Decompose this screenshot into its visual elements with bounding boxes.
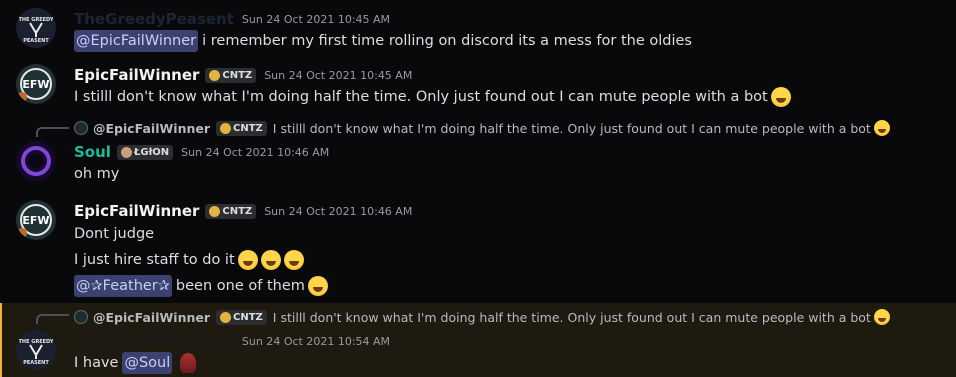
server-tag-label: CNTZ [233, 311, 263, 323]
avatar[interactable] [16, 141, 56, 181]
efw-avatar-icon: EFW [16, 64, 56, 104]
rofl-emoji-icon [873, 309, 890, 325]
message-text: I have [74, 355, 119, 371]
efw-avatar-icon: EFW [16, 200, 56, 240]
server-tag-label: CNTZ [222, 69, 253, 81]
message-group: EFW EpicFailWinner CNTZ Sun 24 Oct 2021 … [0, 58, 956, 114]
message-text: been one of them [175, 278, 305, 294]
timestamp: Sun 24 Oct 2021 10:54 AM [241, 334, 391, 348]
timestamp: Sun 24 Oct 2021 10:45 AM [241, 12, 391, 26]
message-group-highlighted: @EpicFailWinner CNTZ I stilll don't know… [0, 303, 956, 377]
greedy-peasent-avatar-icon: THE GREEDY PEASENT [16, 330, 56, 370]
server-tag[interactable]: CNTZ [205, 67, 257, 83]
rofl-emoji-icon [260, 250, 281, 270]
reply-username[interactable]: @EpicFailWinner [93, 121, 210, 136]
user-mention[interactable]: @Soul [122, 352, 173, 374]
rofl-emoji-icon [873, 120, 890, 136]
timestamp: Sun 24 Oct 2021 10:46 AM [264, 204, 413, 218]
reply-spine [36, 127, 69, 137]
reply-preview[interactable]: @EpicFailWinner CNTZ I stilll don't know… [74, 308, 890, 326]
rofl-emoji-icon [237, 250, 258, 270]
skull-icon [209, 205, 221, 217]
server-tag-label: CNTZ [222, 205, 253, 217]
timestamp: Sun 24 Oct 2021 10:45 AM [264, 68, 413, 82]
avatar[interactable]: THE GREEDY PEASENT [16, 8, 56, 48]
greedy-peasent-avatar-icon: THE GREEDY PEASENT [16, 8, 56, 48]
username[interactable]: EpicFailWinner [74, 202, 199, 220]
username[interactable]: Soul [74, 143, 111, 161]
reply-avatar [74, 121, 88, 135]
username[interactable]: TheGreedyPeasent [74, 10, 234, 28]
skull-icon [220, 122, 232, 134]
svg-text:THE GREEDY: THE GREEDY [19, 17, 54, 23]
message-group: THE GREEDY PEASENT TheGreedyPeasent Sun … [0, 4, 956, 52]
svg-text:PEASENT: PEASENT [23, 360, 49, 366]
reply-avatar [74, 310, 88, 324]
avatar[interactable]: THE GREEDY PEASENT [16, 330, 56, 370]
user-mention[interactable]: @✰Feather✰ [74, 275, 172, 297]
svg-text:EFW: EFW [22, 78, 49, 91]
avatar[interactable]: EFW [16, 64, 56, 104]
message-group: @EpicFailWinner CNTZ I stilll don't know… [0, 116, 956, 192]
character-emoji-icon [180, 353, 197, 373]
svg-text:THE GREEDY: THE GREEDY [19, 339, 54, 345]
message-group: EFW EpicFailWinner CNTZ Sun 24 Oct 2021 … [0, 196, 956, 297]
reply-spine [36, 314, 69, 324]
reply-preview[interactable]: @EpicFailWinner CNTZ I stilll don't know… [74, 119, 890, 137]
server-tag-label: CNTZ [233, 122, 263, 134]
server-tag[interactable]: CNTZ [205, 203, 257, 219]
server-tag: CNTZ [216, 120, 267, 136]
message-text: oh my [74, 166, 120, 182]
server-tag[interactable]: ŁGłON [116, 144, 174, 160]
reply-text: I stilll don't know what I'm doing half … [272, 120, 871, 136]
soul-avatar-icon [16, 141, 56, 181]
server-tag-label: ŁGłON [133, 146, 170, 158]
message-text: Dont judge [74, 226, 155, 242]
avatar[interactable]: EFW [16, 200, 56, 240]
message-text: I just hire staff to do it [74, 252, 235, 268]
timestamp: Sun 24 Oct 2021 10:46 AM [181, 145, 330, 159]
message-text: i remember my first time rolling on disc… [202, 33, 692, 49]
skull-icon [220, 311, 232, 323]
svg-text:EFW: EFW [22, 214, 49, 227]
skull-icon [209, 69, 221, 81]
reply-username[interactable]: @EpicFailWinner [93, 310, 210, 325]
reply-text: I stilll don't know what I'm doing half … [272, 309, 871, 325]
user-mention[interactable]: @EpicFailWinner [74, 30, 199, 52]
message-text: I stilll don't know what I'm doing half … [74, 89, 768, 105]
skull-icon [120, 146, 132, 158]
username[interactable]: EpicFailWinner [74, 66, 199, 84]
username[interactable]: TheGreedyPeasent [74, 332, 234, 350]
server-tag: CNTZ [216, 309, 267, 325]
rofl-emoji-icon [307, 276, 328, 296]
svg-text:PEASENT: PEASENT [23, 38, 49, 44]
rofl-emoji-icon [770, 87, 791, 107]
rofl-emoji-icon [283, 250, 304, 270]
